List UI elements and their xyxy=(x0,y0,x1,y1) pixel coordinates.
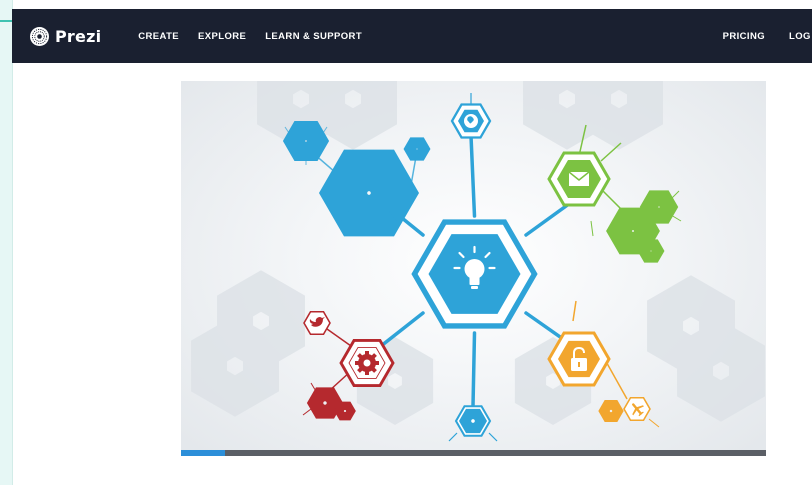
video-progress-fill xyxy=(181,450,225,456)
hexagon-network-illustration xyxy=(181,81,766,456)
top-navbar: Prezi CREATE EXPLORE LEARN & SUPPORT PRI… xyxy=(12,9,812,63)
nav-login[interactable]: LOG IN xyxy=(789,31,812,42)
nav-explore[interactable]: EXPLORE xyxy=(198,31,246,42)
brand-name: Prezi xyxy=(55,26,102,46)
nav-pricing[interactable]: PRICING xyxy=(723,31,765,42)
prezi-logo-icon xyxy=(30,26,49,46)
gear-icon xyxy=(355,351,379,375)
nav-create[interactable]: CREATE xyxy=(138,31,179,42)
globe-icon xyxy=(464,114,478,128)
prezi-logo[interactable]: Prezi xyxy=(30,26,102,46)
secondary-nav: PRICING LOG IN xyxy=(723,31,812,42)
nav-learn-support[interactable]: LEARN & SUPPORT xyxy=(265,31,362,42)
mail-icon xyxy=(568,171,590,186)
primary-nav: CREATE EXPLORE LEARN & SUPPORT xyxy=(138,31,381,42)
video-player[interactable] xyxy=(181,81,766,456)
video-progress-bar[interactable] xyxy=(181,450,766,456)
left-page-margin xyxy=(0,0,13,485)
